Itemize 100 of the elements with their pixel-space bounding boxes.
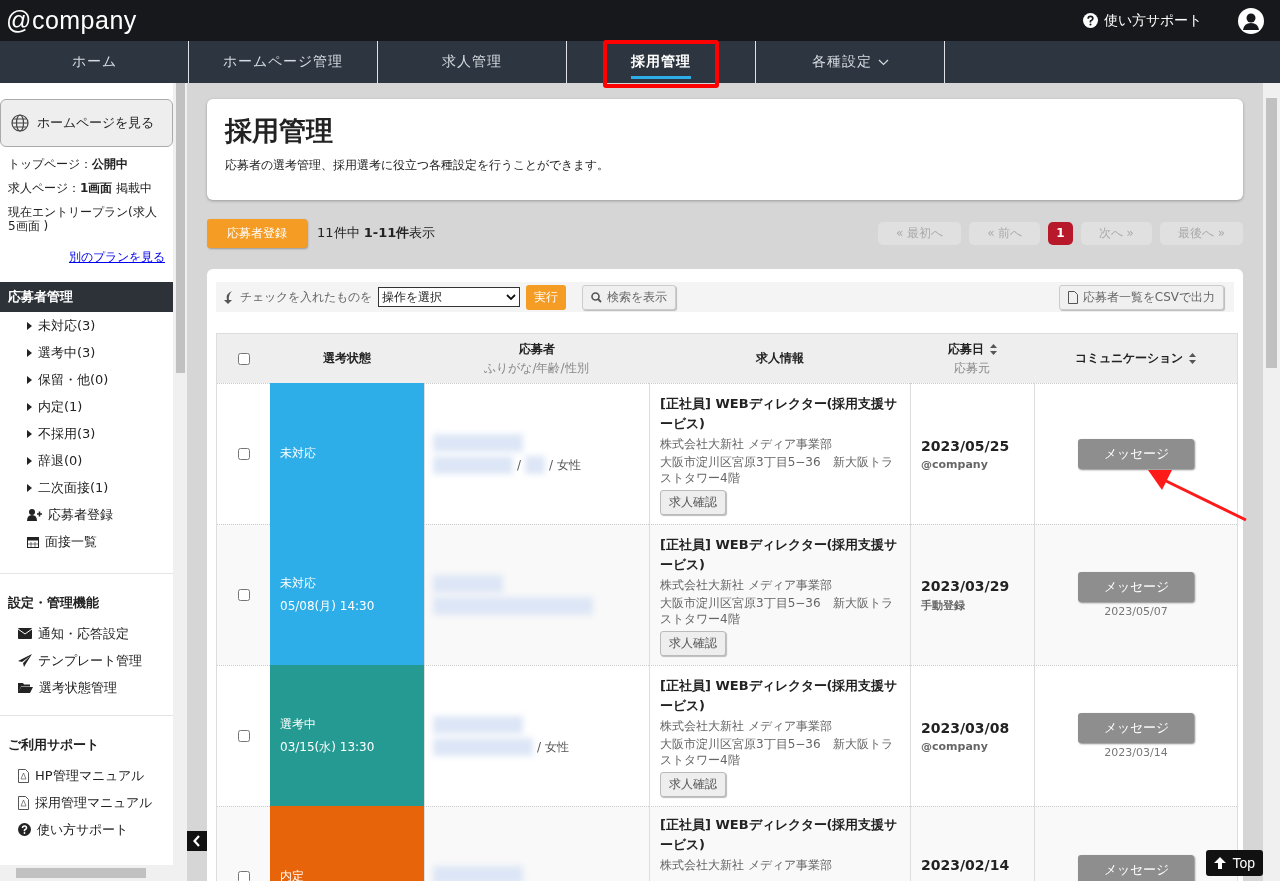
view-homepage-button[interactable]: ホームページを見る <box>0 99 173 147</box>
view-job-button[interactable]: 求人確認 <box>660 489 726 515</box>
arrow-up-icon <box>1214 857 1227 869</box>
company-name: 株式会社大新社 メディア事業部 <box>660 435 833 452</box>
pdf-file-icon <box>18 795 29 810</box>
select-all-checkbox[interactable] <box>237 352 250 365</box>
curved-arrow-icon <box>224 290 234 304</box>
collapse-sidebar-button[interactable] <box>187 831 207 851</box>
sidebar-item[interactable]: 二次面接(1) <box>0 474 173 501</box>
caret-icon <box>27 348 32 357</box>
globe-icon <box>11 114 29 132</box>
page-scrollbar[interactable] <box>1263 83 1280 881</box>
column-header: 応募者 <box>518 340 555 358</box>
show-search-button[interactable]: 検索を表示 <box>582 284 676 310</box>
search-icon <box>591 291 602 303</box>
sidebar-item[interactable]: 未対応(3) <box>0 312 173 339</box>
application-date: 2023/02/14 <box>921 857 1011 873</box>
status-label: 選考中 <box>280 715 317 733</box>
pdf-file-icon <box>18 768 29 783</box>
redacted-name <box>525 456 546 474</box>
user-plus-icon <box>27 508 42 521</box>
status-label: 内定 <box>280 868 305 881</box>
envelope-icon <box>18 628 32 639</box>
sidebar-item[interactable]: 応募者登録 <box>0 501 173 528</box>
job-title: [正社員] WEBディレクター(採用支援サービス) <box>660 676 899 715</box>
caret-icon <box>27 402 32 411</box>
chevron-left-icon <box>193 835 201 847</box>
document-icon <box>1067 290 1078 304</box>
company-name: 株式会社大新社 メディア事業部 <box>660 717 833 734</box>
caret-icon <box>27 429 32 438</box>
sidebar-section-title: 応募者管理 <box>0 282 173 312</box>
chevron-down-icon <box>506 294 516 300</box>
company-name: 株式会社大新社 メディア事業部 <box>660 576 833 593</box>
last-message-date: 2023/03/14 <box>1104 746 1168 759</box>
sort-icon <box>1189 353 1196 364</box>
company-logo[interactable]: @company <box>6 6 137 35</box>
user-avatar-icon[interactable] <box>1238 7 1264 34</box>
interview-time: 03/15(水) 13:30 <box>280 738 376 756</box>
status-label: 未対応 <box>280 445 317 462</box>
job-title: [正社員] WEBディレクター(採用支援サービス) <box>660 535 899 574</box>
application-date: 2023/03/29 <box>921 577 1011 594</box>
row-checkbox[interactable] <box>237 589 250 601</box>
column-subheader: 応募元 <box>954 359 990 377</box>
sidebar-item[interactable]: 選考中(3) <box>0 339 173 366</box>
sidebar-item[interactable]: 辞退(0) <box>0 447 173 474</box>
column-subheader: ふりがな/年齢/性別 <box>484 359 589 377</box>
plan-status-text: トップページ：公開中 <box>7 157 129 171</box>
folder-icon <box>18 682 33 693</box>
sort-icon <box>989 343 997 355</box>
paper-plane-icon <box>18 654 32 667</box>
row-checkbox[interactable] <box>237 871 250 881</box>
status-label: 未対応 <box>280 574 317 592</box>
application-date: 2023/03/08 <box>921 719 1011 736</box>
sidebar-item[interactable]: 通知・応答設定 <box>0 620 173 647</box>
job-title: [正社員] WEBディレクター(採用支援サービス) <box>660 816 899 854</box>
help-icon <box>18 823 31 836</box>
sidebar-item[interactable]: 不採用(3) <box>0 420 173 447</box>
job-address: 大阪市淀川区宮原3丁目5−36 新大阪トラストタワー4階 <box>660 453 894 486</box>
calendar-icon <box>27 535 39 548</box>
application-source: 手動登録 <box>921 597 966 613</box>
applicant-detail: / 女性 <box>549 456 581 474</box>
job-address: 大阪市淀川区宮原3丁目5−36 新大阪トラストタワー4階 <box>660 594 894 627</box>
sidebar-item[interactable]: HP管理マニュアル <box>0 762 173 789</box>
caret-icon <box>27 321 32 330</box>
last-message-date: 2023/05/07 <box>1104 605 1168 618</box>
sidebar-item[interactable]: 保留・他(0) <box>0 366 173 393</box>
page-description: 応募者の選考管理、採用選考に役立つ各種設定を行うことができます。 <box>225 157 610 174</box>
chevron-down-icon <box>877 58 889 66</box>
applicant-detail: / <box>517 458 522 472</box>
interview-time: 05/08(月) 14:30 <box>280 597 376 615</box>
help-icon <box>1083 13 1098 28</box>
plan-status-text: 現在エントリープラン(求人 5画面 ) <box>7 205 158 233</box>
csv-export-button[interactable]: 応募者一覧をCSVで出力 <box>1058 284 1224 310</box>
column-header: 選考状態 <box>323 350 371 367</box>
other-plans-link[interactable]: 別のプランを見る <box>69 249 165 266</box>
sidebar-item[interactable]: 採用管理マニュアル <box>0 789 173 816</box>
applicant-detail: / 女性 <box>537 738 569 756</box>
job-title: [正社員] WEBディレクター(採用支援サービス) <box>660 394 899 433</box>
bulk-action-label: チェックを入れたものを <box>240 288 372 306</box>
sidebar-item[interactable]: 使い方サポート <box>0 816 173 843</box>
pagination-button[interactable]: 1 <box>1048 221 1073 245</box>
row-checkbox[interactable] <box>237 448 250 460</box>
sidebar-item[interactable]: テンプレート管理 <box>0 647 173 674</box>
support-link[interactable]: 使い方サポート <box>1083 11 1202 30</box>
column-header[interactable]: 応募日 <box>947 340 997 358</box>
application-source: @company <box>921 457 989 471</box>
view-job-button[interactable]: 求人確認 <box>660 771 726 797</box>
application-date: 2023/05/25 <box>921 437 1011 454</box>
row-checkbox[interactable] <box>237 730 250 742</box>
caret-icon <box>27 375 32 384</box>
bulk-action-select[interactable]: 操作を選択 <box>378 287 520 307</box>
sidebar-item[interactable]: 内定(1) <box>0 393 173 420</box>
view-job-button[interactable]: 求人確認 <box>660 630 726 656</box>
sidebar-item[interactable]: 面接一覧 <box>0 528 173 555</box>
back-to-top-button[interactable]: Top <box>1206 850 1263 876</box>
sidebar-item[interactable]: 選考状態管理 <box>0 674 173 701</box>
company-name: 株式会社大新社 メディア事業部 <box>660 857 833 873</box>
plan-status-text: 求人ページ：1画面 掲載中 <box>7 181 154 195</box>
application-source: @company <box>921 739 989 753</box>
job-address: 大阪市淀川区宮原3丁目5−36 新大阪トラストタワー4階 <box>660 735 894 768</box>
